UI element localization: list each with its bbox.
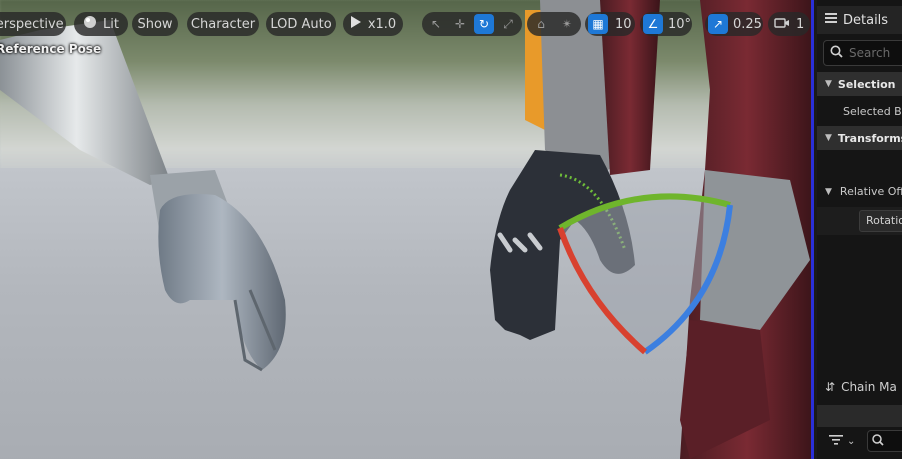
search-placeholder: Search	[849, 46, 891, 60]
selection-section-header[interactable]: ▼ Selection	[817, 72, 902, 96]
chevron-down-icon: ▼	[825, 186, 832, 197]
search-icon	[872, 434, 884, 449]
world-space-button[interactable]: ⌂	[529, 12, 553, 36]
globe-icon: ⌂	[537, 17, 545, 31]
details-tab[interactable]: Details	[825, 12, 902, 28]
angle-icon: ∠	[647, 17, 659, 31]
show-label: Show	[137, 16, 173, 32]
grid-snap-group: ▦ 10	[585, 12, 635, 36]
chain-toolbar: ⌄	[829, 430, 902, 452]
selection-section-label: Selection	[837, 77, 896, 91]
rotation-row: Rotatio	[817, 207, 902, 235]
scale-mode-button[interactable]: ⤢	[496, 12, 520, 36]
character-button[interactable]: Character	[187, 12, 259, 36]
rotation-snap-value[interactable]: 10°	[668, 12, 691, 36]
camera-icon	[774, 17, 790, 32]
rotate-mode-button[interactable]: ↻	[474, 14, 494, 34]
chevron-down-icon: ▼	[825, 79, 832, 89]
rotation-dropdown[interactable]: Rotatio	[859, 210, 902, 232]
chain-header-bar	[817, 405, 902, 427]
details-title: Details	[843, 12, 889, 28]
grid-snap-value[interactable]: 10	[615, 12, 632, 36]
chain-icon: ⇵	[825, 380, 836, 394]
lit-button[interactable]: Lit	[74, 12, 128, 36]
play-rate-button[interactable]: x1.0	[343, 12, 403, 36]
lit-label: Lit	[103, 16, 119, 32]
character-label: Character	[190, 16, 256, 32]
grid-snap-toggle[interactable]: ▦	[588, 14, 608, 34]
search-icon	[830, 45, 843, 61]
details-search-field[interactable]: Search	[823, 40, 902, 66]
surface-snap-button[interactable]: ✴	[555, 12, 579, 36]
coordinate-tools: ⌂ ✴	[527, 12, 581, 36]
left-arm	[0, 20, 286, 372]
snap-icon: ✴	[561, 17, 573, 31]
camera-speed-button[interactable]	[770, 12, 794, 36]
rotation-snap-group: ∠ 10°	[640, 12, 692, 36]
viewport-toolbar: Perspective Lit Show Character LOD Auto …	[0, 0, 811, 48]
transform-tools: ↖ ✛ ↻ ⤢	[422, 12, 522, 36]
chain-mapping-tab[interactable]: ⇵ Chain Ma	[825, 380, 902, 394]
transforms-section-header[interactable]: ▼ Transforms	[817, 126, 902, 150]
play-rate-label: x1.0	[367, 16, 397, 32]
chevron-down-icon: ▼	[825, 133, 832, 143]
lod-label: LOD Auto	[270, 16, 332, 32]
transforms-section-label: Transforms	[837, 131, 902, 145]
details-list-icon	[825, 12, 837, 28]
cursor-icon: ↖	[430, 17, 442, 31]
scale-icon: ⤢	[503, 16, 513, 31]
play-icon	[350, 16, 362, 32]
scale-snap-value[interactable]: 0.25	[733, 12, 762, 36]
viewport[interactable]: Perspective Lit Show Character LOD Auto …	[0, 0, 814, 459]
show-button[interactable]: Show	[132, 12, 178, 36]
camera-speed-group: 1	[768, 12, 810, 36]
relative-offset-row[interactable]: ▼ Relative Off	[825, 185, 902, 198]
scale-snap-toggle[interactable]: ↗	[708, 14, 728, 34]
reference-pose-label: Reference Pose	[0, 42, 102, 56]
scale-snap-group: ↗ 0.25	[705, 12, 763, 36]
chain-search-field[interactable]	[867, 430, 902, 452]
lit-sphere-icon	[83, 15, 97, 33]
chain-mapping-label: Chain Ma	[841, 380, 897, 394]
selected-bone-field: Selected Bo	[843, 105, 902, 118]
perspective-button[interactable]: Perspective	[0, 12, 66, 36]
filter-icon[interactable]	[829, 434, 843, 449]
scene	[0, 0, 811, 459]
translate-mode-button[interactable]: ✛	[448, 12, 472, 36]
lod-button[interactable]: LOD Auto	[266, 12, 336, 36]
move-arrows-icon: ✛	[454, 17, 466, 31]
scale-arrow-icon: ↗	[712, 17, 724, 31]
select-mode-button[interactable]: ↖	[424, 12, 448, 36]
grid-icon: ▦	[592, 17, 604, 31]
rotate-icon: ↻	[478, 17, 490, 31]
camera-speed-value[interactable]: 1	[796, 12, 804, 36]
chevron-down-icon[interactable]: ⌄	[847, 436, 855, 447]
rotation-snap-toggle[interactable]: ∠	[643, 14, 663, 34]
relative-offset-label: Relative Off	[839, 185, 902, 198]
details-panel: Details Search ▼ Selection Selected Bo ▼…	[817, 0, 902, 459]
perspective-label: Perspective	[0, 16, 64, 32]
